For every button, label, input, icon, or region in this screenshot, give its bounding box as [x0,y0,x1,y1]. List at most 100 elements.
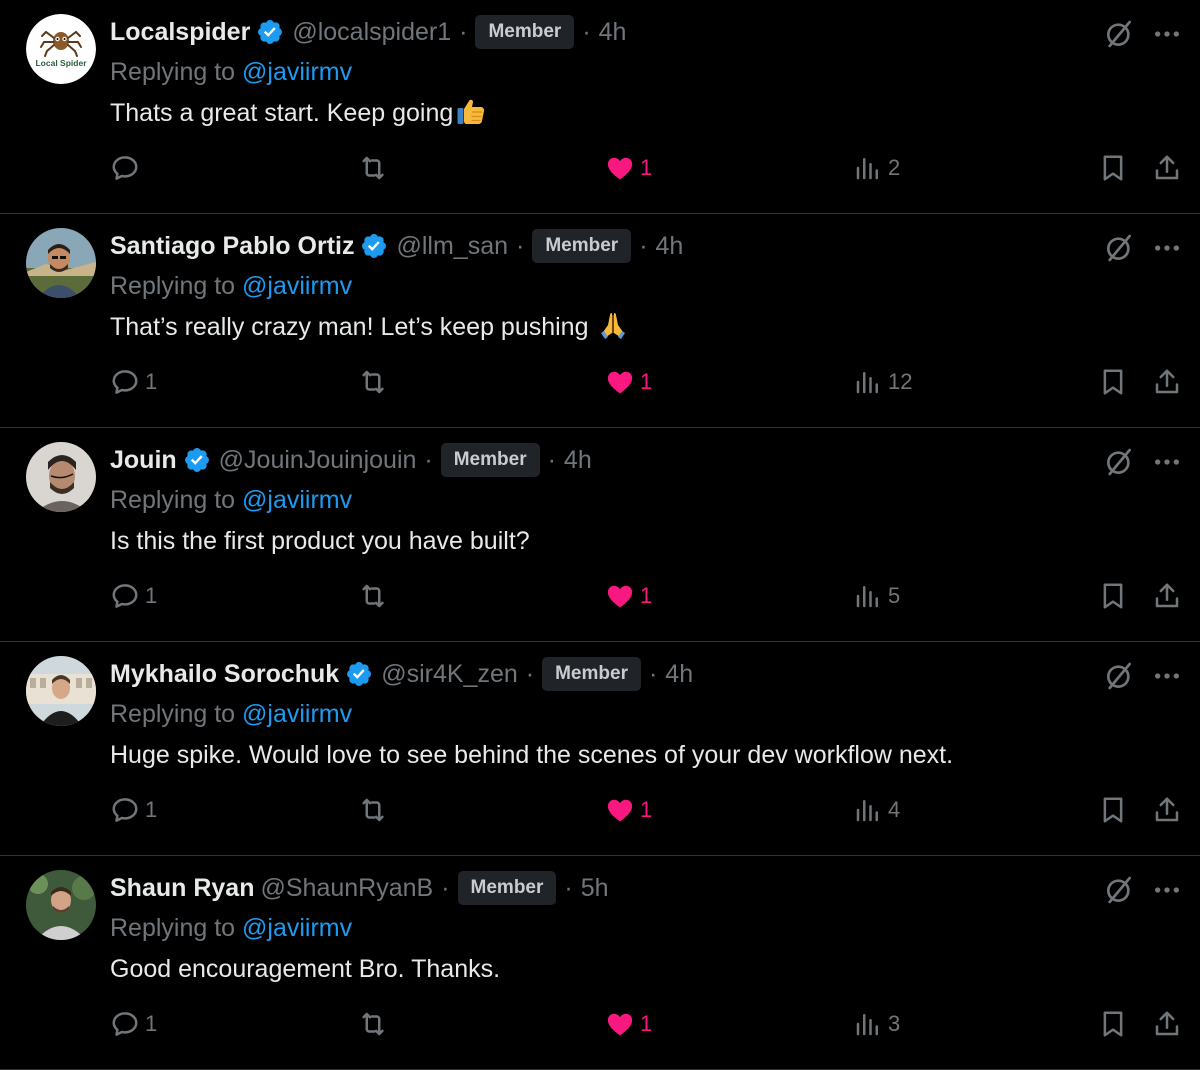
reply-item[interactable]: Shaun Ryan @ShaunRyanB · Member · 5h Rep… [0,856,1200,1070]
reply-button[interactable]: 1 [110,362,157,402]
reply-item[interactable]: Mykhailo Sorochuk @sir4K_zen · Member · … [0,642,1200,856]
separator-dot: · [582,18,591,46]
mention-link[interactable]: @javiirmv [242,486,352,514]
view-count: 2 [888,155,901,180]
view-count: 4 [888,797,901,822]
bookmark-button[interactable] [1098,790,1128,830]
views-button[interactable]: 4 [853,790,900,830]
bookmark-button[interactable] [1098,362,1128,402]
like-button[interactable]: 1 [605,1004,652,1044]
share-button[interactable] [1152,1004,1182,1044]
verified-icon[interactable] [183,446,211,474]
repost-icon [358,153,388,183]
like-button[interactable]: 1 [605,576,652,616]
author-handle[interactable]: @sir4K_zen [381,656,518,692]
author-name[interactable]: Localspider [110,14,250,50]
member-badge[interactable]: Member [457,871,557,905]
like-button[interactable]: 1 [605,148,652,188]
avatar[interactable] [26,656,96,726]
separator-dot: · [547,446,556,474]
member-badge[interactable]: Member [440,443,540,477]
reply-button[interactable]: 1 [110,1004,157,1044]
reply-text: Good encouragement Bro. Thanks. [110,955,501,983]
views-button[interactable]: 3 [853,1004,900,1044]
separator-dot: · [424,446,433,474]
reply-text-row: Thats a great start. Keep going [110,95,487,131]
views-button[interactable]: 12 [853,362,912,402]
replying-to: Replying to @javiirmv [110,54,352,90]
grok-icon[interactable] [1103,446,1135,478]
bookmark-icon [1098,153,1128,183]
author-name[interactable]: Shaun Ryan [110,870,254,906]
author-handle[interactable]: @JouinJouinjouin [219,442,417,478]
bookmark-button[interactable] [1098,576,1128,616]
reply-item[interactable]: Santiago Pablo Ortiz @llm_san · Member ·… [0,214,1200,428]
more-icon[interactable] [1151,446,1183,478]
share-button[interactable] [1152,148,1182,188]
like-icon [605,581,635,611]
repost-button[interactable] [358,790,388,830]
more-icon[interactable] [1151,660,1183,692]
timestamp[interactable]: 4h [656,228,684,264]
more-icon[interactable] [1151,18,1183,50]
author-handle[interactable]: @llm_san [396,228,508,264]
action-bar: 1 2 [0,148,1200,188]
member-badge[interactable]: Member [475,15,575,49]
more-icon[interactable] [1151,232,1183,264]
repost-button[interactable] [358,1004,388,1044]
mention-link[interactable]: @javiirmv [242,58,352,86]
author-handle[interactable]: @localspider1 [292,14,451,50]
reply-button[interactable]: 1 [110,576,157,616]
author-handle[interactable]: @ShaunRyanB [260,870,433,906]
timestamp[interactable]: 5h [581,870,609,906]
avatar[interactable] [26,870,96,940]
share-button[interactable] [1152,790,1182,830]
share-button[interactable] [1152,362,1182,402]
action-bar: 1 1 3 [0,1004,1200,1044]
grok-icon[interactable] [1103,232,1135,264]
bookmark-button[interactable] [1098,1004,1128,1044]
verified-icon[interactable] [345,660,373,688]
author-name[interactable]: Santiago Pablo Ortiz [110,228,354,264]
timestamp[interactable]: 4h [665,656,693,692]
repost-button[interactable] [358,576,388,616]
reply-text: That’s really crazy man! Let’s keep push… [110,313,589,341]
grok-icon[interactable] [1103,874,1135,906]
bookmark-button[interactable] [1098,148,1128,188]
views-button[interactable]: 5 [853,576,900,616]
avatar[interactable] [26,442,96,512]
author-name[interactable]: Mykhailo Sorochuk [110,656,339,692]
folded-hands-emoji [597,309,629,341]
member-badge[interactable]: Member [542,657,641,691]
grok-icon[interactable] [1103,660,1135,692]
bookmark-icon [1098,795,1128,825]
more-icon[interactable] [1151,874,1183,906]
views-icon [853,795,883,825]
verified-icon[interactable] [256,18,284,46]
repost-button[interactable] [358,362,388,402]
share-button[interactable] [1152,576,1182,616]
grok-icon[interactable] [1103,18,1135,50]
reply-button[interactable] [110,148,145,188]
reply-item[interactable]: Local Spider Localspider @localspider1 ·… [0,0,1200,214]
timestamp[interactable]: 4h [564,442,592,478]
mention-link[interactable]: @javiirmv [242,272,352,300]
reply-item[interactable]: Jouin @JouinJouinjouin · Member · 4h Rep… [0,428,1200,642]
like-count: 1 [640,155,653,180]
reply-button[interactable]: 1 [110,790,157,830]
views-button[interactable]: 2 [853,148,900,188]
reply-icon [110,1009,140,1039]
avatar[interactable]: Local Spider [26,14,96,84]
like-button[interactable]: 1 [605,790,652,830]
mention-link[interactable]: @javiirmv [242,914,352,942]
mention-link[interactable]: @javiirmv [242,700,352,728]
share-icon [1152,367,1182,397]
like-count: 1 [640,797,653,822]
repost-button[interactable] [358,148,388,188]
verified-icon[interactable] [360,232,388,260]
timestamp[interactable]: 4h [599,14,627,50]
like-button[interactable]: 1 [605,362,652,402]
author-name[interactable]: Jouin [110,442,177,478]
avatar[interactable] [26,228,96,298]
member-badge[interactable]: Member [532,229,632,263]
